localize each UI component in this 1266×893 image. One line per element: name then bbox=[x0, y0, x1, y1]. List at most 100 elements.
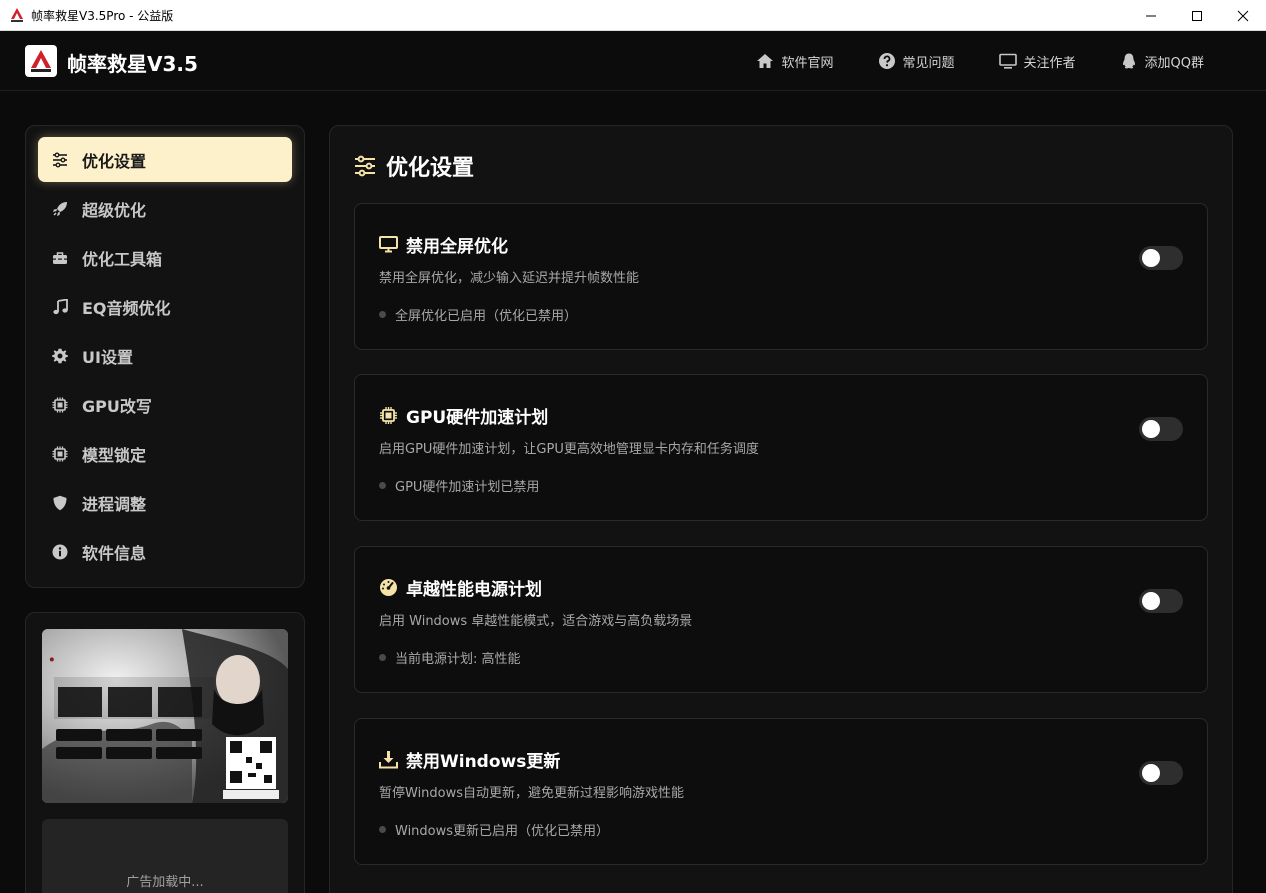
nav-label: 关注作者 bbox=[1023, 55, 1076, 71]
sliders-icon bbox=[53, 152, 67, 167]
monitor-icon bbox=[998, 53, 1017, 69]
nav-follow-author[interactable]: 关注作者 bbox=[998, 52, 1076, 71]
sidebar-item-label: 优化工具箱 bbox=[82, 249, 163, 269]
card-description: 启用 Windows 卓越性能模式，适合游戏与高负载场景 bbox=[379, 614, 693, 629]
toggle-disable-windows-update[interactable] bbox=[1139, 761, 1183, 785]
page-title-text: 优化设置 bbox=[386, 156, 475, 181]
setting-card-gpu-hardware-scheduling: GPU硬件加速计划 启用GPU硬件加速计划，让GPU更高效地管理显卡内存和任务调… bbox=[354, 374, 1208, 521]
sidebar-item-eq-audio[interactable]: EQ音频优化 bbox=[38, 284, 292, 329]
toggle-ultimate-power-plan[interactable] bbox=[1139, 589, 1183, 613]
shield-icon bbox=[53, 495, 67, 510]
status-dot bbox=[379, 826, 386, 833]
toggle-knob bbox=[1142, 249, 1160, 267]
card-title-text: 禁用全屏优化 bbox=[406, 237, 508, 257]
nav-official-site[interactable]: 软件官网 bbox=[756, 52, 834, 71]
sidebar-item-super-optimization[interactable]: 超级优化 bbox=[38, 186, 292, 231]
card-title: 禁用Windows更新 bbox=[379, 747, 560, 772]
maximize-button[interactable] bbox=[1174, 0, 1220, 31]
home-icon bbox=[757, 54, 774, 68]
chip-icon bbox=[52, 446, 68, 461]
gauge-icon bbox=[380, 579, 397, 596]
toggle-disable-fullscreen-opt[interactable] bbox=[1139, 246, 1183, 270]
setting-card-disable-fullscreen-opt: 禁用全屏优化 禁用全屏优化，减少输入延迟并提升帧数性能 全屏优化已启用（优化已禁… bbox=[354, 203, 1208, 350]
maximize-icon bbox=[1192, 10, 1202, 21]
ad-banner-image[interactable]: · bbox=[42, 629, 288, 803]
close-icon bbox=[1237, 10, 1249, 21]
info-icon bbox=[52, 544, 68, 559]
setting-card-disable-windows-update: 禁用Windows更新 暂停Windows自动更新，避免更新过程影响游戏性能 W… bbox=[354, 718, 1208, 865]
card-status: 全屏优化已启用（优化已禁用） bbox=[379, 305, 577, 324]
card-status: GPU硬件加速计划已禁用 bbox=[379, 476, 539, 495]
rocket-icon bbox=[53, 201, 67, 216]
sidebar: 优化设置 超级优化 优化工具箱 EQ音频优化 UI设置 GPU改写 模型锁定 进… bbox=[25, 125, 305, 588]
card-status-text: 全屏优化已启用（优化已禁用） bbox=[395, 309, 578, 324]
sidebar-item-gpu-rewrite[interactable]: GPU改写 bbox=[38, 382, 292, 427]
app-logo-icon bbox=[9, 7, 25, 23]
qq-penguin-icon bbox=[1122, 53, 1135, 69]
toggle-knob bbox=[1142, 764, 1160, 782]
ad-banner-artwork: · bbox=[42, 629, 288, 803]
nav-label: 常见问题 bbox=[902, 55, 955, 71]
card-title: GPU硬件加速计划 bbox=[379, 403, 548, 428]
sidebar-item-process-adjust[interactable]: 进程调整 bbox=[38, 480, 292, 525]
app-name: 帧率救星V3.5 bbox=[67, 52, 198, 76]
card-title-text: GPU硬件加速计划 bbox=[406, 408, 549, 428]
window-titlebar: 帧率救星V3.5Pro - 公益版 bbox=[0, 0, 1266, 31]
sidebar-item-software-info[interactable]: 软件信息 bbox=[38, 529, 292, 574]
card-status-text: 当前电源计划: 高性能 bbox=[395, 652, 521, 667]
monitor-icon bbox=[379, 236, 398, 253]
card-description: 禁用全屏优化，减少输入延迟并提升帧数性能 bbox=[379, 271, 640, 286]
gear-icon bbox=[52, 348, 68, 363]
card-description: 启用GPU硬件加速计划，让GPU更高效地管理显卡内存和任务调度 bbox=[379, 442, 759, 457]
setting-card-ultimate-power-plan: 卓越性能电源计划 启用 Windows 卓越性能模式，适合游戏与高负载场景 当前… bbox=[354, 546, 1208, 693]
card-title-text: 卓越性能电源计划 bbox=[406, 580, 542, 600]
sidebar-item-label: 优化设置 bbox=[82, 151, 147, 171]
minimize-button[interactable] bbox=[1128, 0, 1174, 31]
chip-icon bbox=[52, 397, 68, 412]
card-status: Windows更新已启用（优化已禁用） bbox=[379, 820, 609, 839]
sidebar-item-toolbox[interactable]: 优化工具箱 bbox=[38, 235, 292, 280]
status-dot bbox=[379, 482, 386, 489]
ad-panel: · 广告加载中... bbox=[25, 612, 305, 893]
sidebar-item-label: 进程调整 bbox=[82, 494, 147, 514]
download-icon bbox=[379, 751, 398, 769]
window-controls bbox=[1128, 0, 1266, 31]
card-status-text: GPU硬件加速计划已禁用 bbox=[395, 480, 540, 495]
music-note-icon bbox=[53, 298, 68, 314]
status-dot bbox=[379, 654, 386, 661]
sidebar-item-ui-settings[interactable]: UI设置 bbox=[38, 333, 292, 378]
nav-label: 软件官网 bbox=[781, 55, 834, 71]
window-title: 帧率救星V3.5Pro - 公益版 bbox=[31, 8, 174, 23]
app-header: 帧率救星V3.5 软件官网 常见问题 关注作者 添加QQ群 bbox=[0, 31, 1266, 91]
sidebar-item-optimization-settings[interactable]: 优化设置 bbox=[38, 137, 292, 182]
ad-loading-placeholder: 广告加载中... bbox=[42, 819, 288, 893]
sidebar-item-label: EQ音频优化 bbox=[82, 298, 171, 318]
card-status-text: Windows更新已启用（优化已禁用） bbox=[395, 824, 610, 839]
question-circle-icon bbox=[878, 53, 895, 69]
page-title: 优化设置 bbox=[354, 150, 474, 182]
toggle-knob bbox=[1142, 420, 1160, 438]
sidebar-item-label: 软件信息 bbox=[82, 543, 147, 563]
toggle-gpu-hardware-scheduling[interactable] bbox=[1139, 417, 1183, 441]
card-title: 禁用全屏优化 bbox=[379, 232, 508, 257]
sidebar-item-label: 超级优化 bbox=[82, 200, 147, 220]
chip-icon bbox=[380, 407, 397, 424]
nav-label: 添加QQ群 bbox=[1144, 55, 1204, 71]
sidebar-item-model-lock[interactable]: 模型锁定 bbox=[38, 431, 292, 476]
sidebar-item-label: GPU改写 bbox=[82, 396, 152, 416]
minimize-icon bbox=[1146, 15, 1156, 16]
header-nav: 软件官网 常见问题 关注作者 添加QQ群 bbox=[712, 31, 1204, 91]
ad-loading-text: 广告加载中... bbox=[126, 875, 204, 890]
nav-faq[interactable]: 常见问题 bbox=[878, 52, 955, 71]
svg-text:·: · bbox=[48, 647, 56, 673]
card-title: 卓越性能电源计划 bbox=[379, 575, 542, 600]
sliders-icon bbox=[355, 155, 375, 177]
nav-add-qq-group[interactable]: 添加QQ群 bbox=[1120, 52, 1204, 71]
close-button[interactable] bbox=[1220, 0, 1266, 31]
app-logo-icon bbox=[31, 50, 51, 72]
sidebar-item-label: UI设置 bbox=[82, 347, 133, 367]
toggle-knob bbox=[1142, 592, 1160, 610]
card-status: 当前电源计划: 高性能 bbox=[379, 648, 521, 667]
sidebar-item-label: 模型锁定 bbox=[82, 445, 147, 465]
app-logo bbox=[25, 45, 57, 77]
